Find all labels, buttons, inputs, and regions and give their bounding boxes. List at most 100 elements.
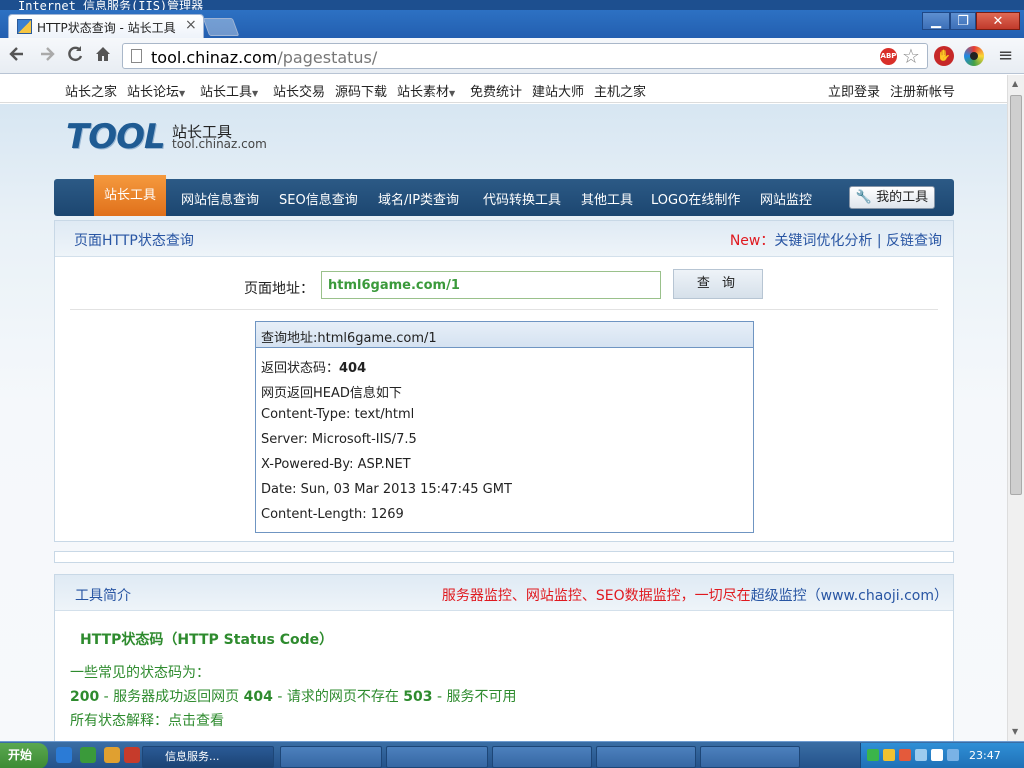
topnav-item[interactable]: 站长工具▼ xyxy=(200,81,258,100)
register-link[interactable]: 注册新帐号 xyxy=(890,81,955,100)
intro-common-label: 一些常见的状态码为： xyxy=(70,665,210,681)
panel-header-links: New：关键词优化分析 | 反链查询 xyxy=(729,233,942,249)
browser-tab[interactable]: HTTP状态查询 - 站长工具 × xyxy=(8,14,204,38)
window-maximize-button[interactable]: ❐ xyxy=(950,12,976,30)
system-tray: 23:47 xyxy=(860,743,1024,768)
query-button[interactable]: 查 询 xyxy=(673,269,763,299)
mainnav-item[interactable]: 网站信息查询 xyxy=(181,189,259,208)
intro-heading: HTTP状态码（HTTP Status Code） xyxy=(80,632,334,648)
tray-icon[interactable] xyxy=(899,749,911,761)
topnav-item[interactable]: 站长交易 xyxy=(273,81,325,100)
scrollbar-thumb[interactable] xyxy=(1010,95,1022,495)
quicklaunch-icon[interactable] xyxy=(56,747,72,763)
tray-icon[interactable] xyxy=(931,749,943,761)
taskbar-button[interactable] xyxy=(280,746,382,768)
tab-close-icon[interactable]: × xyxy=(185,17,197,33)
panel-header: 页面HTTP状态查询 New：关键词优化分析 | 反链查询 xyxy=(55,221,953,257)
address-url: tool.chinaz.com/pagestatus/ xyxy=(151,48,378,67)
topnav-item[interactable]: 源码下载 xyxy=(335,81,387,100)
taskbar-button[interactable]: 信息服务... xyxy=(142,746,274,768)
view-all-link[interactable]: 点击查看 xyxy=(168,713,224,729)
header-line: Content-Type: text/html xyxy=(261,407,415,422)
status-code-line: 返回状态码：404 xyxy=(261,361,367,376)
adblock-icon[interactable]: ABP xyxy=(880,48,897,65)
promo-link[interactable]: 服务器监控、网站监控、SEO数据监控，一切尽在超级监控（www.chaoji.c… xyxy=(442,585,948,605)
back-arrow-icon[interactable] xyxy=(6,44,28,69)
header-line: Content-Length: 1269 xyxy=(261,507,404,522)
topnav-item[interactable]: 免费统计 xyxy=(470,81,522,100)
home-icon[interactable] xyxy=(92,44,114,69)
status-code-value: 404 xyxy=(339,361,367,376)
browser-tab-strip: HTTP状态查询 - 站长工具 × ▁ ❐ ✕ xyxy=(0,10,1024,38)
tool-intro-panel: 工具简介 服务器监控、网站监控、SEO数据监控，一切尽在超级监控（www.cha… xyxy=(54,574,954,741)
mainnav-item-active[interactable]: 站长工具 xyxy=(94,175,166,216)
login-link[interactable]: 立即登录 xyxy=(828,81,880,100)
panel-title: 页面HTTP状态查询 xyxy=(74,233,194,249)
os-taskbar: 开始 信息服务... 23:47 xyxy=(0,741,1024,768)
intro-title: 工具简介 xyxy=(75,588,131,604)
taskbar-button[interactable] xyxy=(492,746,592,768)
topnav-item[interactable]: 建站大师 xyxy=(532,81,584,100)
page-viewport: 站长之家 站长论坛▼ 站长工具▼ 站长交易 源码下载 站长素材▼ 免费统计 建站… xyxy=(0,75,1007,741)
result-header: 查询地址:html6game.com/1 xyxy=(256,322,753,348)
taskbar-button[interactable] xyxy=(386,746,488,768)
browser-toolbar: tool.chinaz.com/pagestatus/ ABP ☆ ✋ ≡ xyxy=(0,38,1024,74)
tab-title: HTTP状态查询 - 站长工具 xyxy=(37,21,176,35)
mainnav-item[interactable]: 网站监控 xyxy=(760,189,812,208)
quicklaunch-icon[interactable] xyxy=(124,747,140,763)
taskbar-clock[interactable]: 23:47 xyxy=(969,749,1001,762)
mainnav-item[interactable]: SEO信息查询 xyxy=(279,189,358,208)
tray-icon[interactable] xyxy=(915,749,927,761)
url-input[interactable] xyxy=(321,271,661,299)
extension-stop-icon[interactable]: ✋ xyxy=(934,46,954,66)
address-bar[interactable]: tool.chinaz.com/pagestatus/ xyxy=(122,43,928,69)
scroll-down-icon[interactable]: ▼ xyxy=(1012,727,1018,736)
scroll-up-icon[interactable]: ▲ xyxy=(1012,79,1018,88)
header-line: Date: Sun, 03 Mar 2013 15:47:45 GMT xyxy=(261,482,512,497)
dropdown-caret-icon: ▼ xyxy=(252,89,259,98)
taskbar-button[interactable] xyxy=(700,746,800,768)
intro-header: 工具简介 服务器监控、网站监控、SEO数据监控，一切尽在超级监控（www.cha… xyxy=(55,575,953,611)
quicklaunch-icon[interactable] xyxy=(104,747,120,763)
dropdown-caret-icon: ▼ xyxy=(449,89,456,98)
bookmark-star-icon[interactable]: ☆ xyxy=(902,44,920,68)
extension-color-icon[interactable] xyxy=(964,46,984,66)
site-favicon-icon xyxy=(17,19,32,34)
header-line: X-Powered-By: ASP.NET xyxy=(261,457,411,472)
os-window-title: Internet 信息服务(IIS)管理器 xyxy=(18,0,204,10)
intro-codes-line: 200 - 服务器成功返回网页 404 - 请求的网页不存在 503 - 服务不… xyxy=(70,689,517,705)
window-minimize-button[interactable]: ▁ xyxy=(922,12,950,30)
tray-icon[interactable] xyxy=(883,749,895,761)
result-query-url: 查询地址:html6game.com/1 xyxy=(261,331,437,346)
mainnav-item[interactable]: 其他工具 xyxy=(581,189,633,208)
forward-arrow-icon[interactable] xyxy=(36,44,58,69)
new-tab-button[interactable] xyxy=(202,18,240,36)
topnav-item[interactable]: 主机之家 xyxy=(594,81,646,100)
page-icon xyxy=(131,49,142,63)
url-label: 页面地址： xyxy=(244,281,314,297)
logo-domain-text: tool.chinaz.com xyxy=(172,137,267,151)
vertical-scrollbar[interactable]: ▲ ▼ xyxy=(1007,75,1024,741)
os-window-title-bar: Internet 信息服务(IIS)管理器 xyxy=(0,0,1024,10)
reload-icon[interactable] xyxy=(64,44,86,69)
topnav-item[interactable]: 站长之家 xyxy=(65,81,117,100)
mainnav-item[interactable]: 域名/IP类查询 xyxy=(378,189,459,208)
backlink-query-link[interactable]: 反链查询 xyxy=(886,233,942,249)
new-label: New xyxy=(729,233,761,249)
dropdown-caret-icon: ▼ xyxy=(179,89,186,98)
keyword-optimize-link[interactable]: 关键词优化分析 xyxy=(774,233,872,249)
tray-icon[interactable] xyxy=(947,749,959,761)
start-button[interactable]: 开始 xyxy=(0,743,48,768)
window-close-button[interactable]: ✕ xyxy=(976,12,1020,30)
topnav-item[interactable]: 站长论坛▼ xyxy=(127,81,185,100)
browser-menu-icon[interactable]: ≡ xyxy=(998,45,1013,66)
quicklaunch-icon[interactable] xyxy=(80,747,96,763)
tray-icon[interactable] xyxy=(867,749,879,761)
mainnav-item[interactable]: LOGO在线制作 xyxy=(651,189,740,208)
topnav-item[interactable]: 站长素材▼ xyxy=(397,81,455,100)
taskbar-button[interactable] xyxy=(596,746,696,768)
mainnav-item[interactable]: 代码转换工具 xyxy=(483,189,561,208)
my-tools-button[interactable]: 🔧 我的工具 xyxy=(849,186,935,209)
http-status-query-panel: 页面HTTP状态查询 New：关键词优化分析 | 反链查询 页面地址： 查 询 … xyxy=(54,220,954,542)
header-line: Server: Microsoft-IIS/7.5 xyxy=(261,432,417,447)
